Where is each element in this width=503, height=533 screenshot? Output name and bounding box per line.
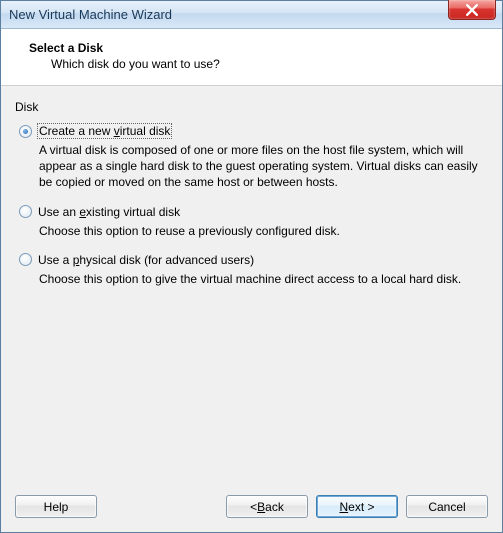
window-title: New Virtual Machine Wizard — [9, 7, 502, 22]
option-use-physical-disk[interactable]: Use a physical disk (for advanced users)… — [15, 253, 488, 287]
option-create-new-disk[interactable]: Create a new virtual disk A virtual disk… — [15, 124, 488, 191]
option-label: Use a physical disk (for advanced users) — [38, 253, 254, 267]
disk-group-label: Disk — [15, 100, 488, 114]
option-row: Create a new virtual disk — [19, 124, 488, 138]
radio-icon[interactable] — [19, 205, 32, 218]
option-label: Use an existing virtual disk — [38, 205, 180, 219]
wizard-footer: Help < Back Next > Cancel — [1, 485, 502, 532]
wizard-header: Select a Disk Which disk do you want to … — [1, 29, 502, 86]
close-button[interactable] — [448, 0, 496, 20]
cancel-button[interactable]: Cancel — [406, 495, 488, 518]
option-description: A virtual disk is composed of one or mor… — [19, 142, 488, 191]
close-icon — [466, 4, 478, 16]
radio-icon[interactable] — [19, 253, 32, 266]
page-subtitle: Which disk do you want to use? — [19, 57, 484, 71]
option-label: Create a new virtual disk — [38, 124, 171, 138]
wizard-window: New Virtual Machine Wizard Select a Disk… — [0, 0, 503, 533]
option-use-existing-disk[interactable]: Use an existing virtual disk Choose this… — [15, 205, 488, 239]
option-description: Choose this option to give the virtual m… — [19, 271, 488, 287]
option-row: Use an existing virtual disk — [19, 205, 488, 219]
wizard-content: Disk Create a new virtual disk A virtual… — [1, 86, 502, 485]
radio-icon[interactable] — [19, 125, 32, 138]
titlebar: New Virtual Machine Wizard — [1, 1, 502, 29]
back-button[interactable]: < Back — [226, 495, 308, 518]
next-button[interactable]: Next > — [316, 495, 398, 518]
help-button[interactable]: Help — [15, 495, 97, 518]
option-row: Use a physical disk (for advanced users) — [19, 253, 488, 267]
page-title: Select a Disk — [19, 41, 484, 55]
disk-options: Create a new virtual disk A virtual disk… — [15, 124, 488, 475]
option-description: Choose this option to reuse a previously… — [19, 223, 488, 239]
